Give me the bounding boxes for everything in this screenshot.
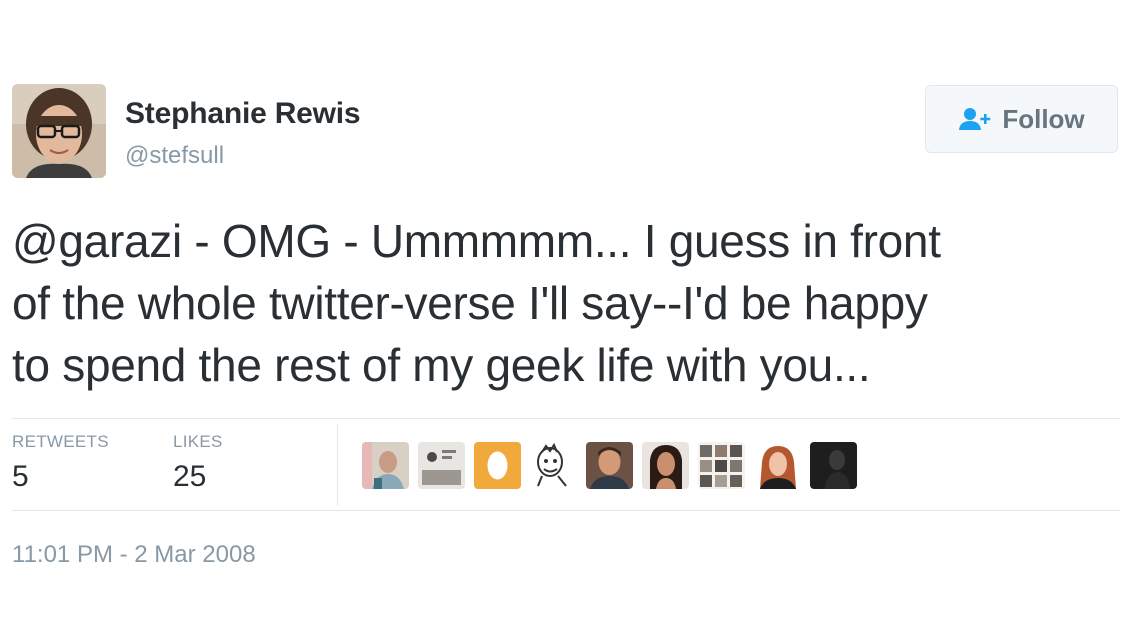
retweets-label: RETWEETS <box>12 432 109 451</box>
stats-divider-bottom <box>12 510 1120 511</box>
user-photo-icon <box>12 84 106 178</box>
follow-button[interactable]: Follow <box>925 85 1118 153</box>
liker-avatar[interactable] <box>586 442 633 489</box>
liker-avatar-icon <box>642 442 689 489</box>
liker-avatar-icon <box>474 442 521 489</box>
stats-separator <box>337 424 338 506</box>
liker-avatar-icon <box>754 442 801 489</box>
follow-button-label: Follow <box>1002 103 1085 134</box>
likers-avatar-list <box>362 442 857 489</box>
retweets-stat[interactable]: RETWEETS 5 <box>12 432 109 494</box>
tweet-text: @garazi - OMG - Ummmmm... I guess in fro… <box>12 210 1112 396</box>
liker-avatar-icon <box>362 442 409 489</box>
tweet-text-line: to spend the rest of my geek life with y… <box>12 339 871 391</box>
liker-avatar-icon <box>810 442 857 489</box>
liker-avatar-icon <box>586 442 633 489</box>
likes-stat[interactable]: LIKES 25 <box>173 432 223 494</box>
liker-avatar[interactable] <box>754 442 801 489</box>
liker-avatar[interactable] <box>474 442 521 489</box>
tweet-text-line: @garazi - OMG - Ummmmm... I guess in fro… <box>12 215 941 267</box>
author-handle[interactable]: @stefsull <box>125 142 224 170</box>
liker-avatar-icon <box>698 442 745 489</box>
liker-avatar[interactable] <box>530 442 577 489</box>
author-avatar[interactable] <box>12 84 106 178</box>
tweet-card: Stephanie Rewis @stefsull Follow @garazi… <box>0 0 1140 641</box>
liker-avatar[interactable] <box>642 442 689 489</box>
liker-avatar[interactable] <box>698 442 745 489</box>
liker-avatar-icon <box>418 442 465 489</box>
likes-count: 25 <box>173 460 207 493</box>
author-name[interactable]: Stephanie Rewis <box>125 97 361 131</box>
stats-divider-top <box>12 418 1120 419</box>
liker-avatar[interactable] <box>418 442 465 489</box>
tweet-timestamp[interactable]: 11:01 PM - 2 Mar 2008 <box>12 541 256 569</box>
likes-label: LIKES <box>173 432 223 451</box>
follow-user-icon <box>959 108 991 130</box>
liker-avatar[interactable] <box>362 442 409 489</box>
liker-avatar-icon <box>530 442 577 489</box>
tweet-text-line: of the whole twitter-verse I'll say--I'd… <box>12 277 928 329</box>
liker-avatar[interactable] <box>810 442 857 489</box>
retweets-count: 5 <box>12 460 29 493</box>
